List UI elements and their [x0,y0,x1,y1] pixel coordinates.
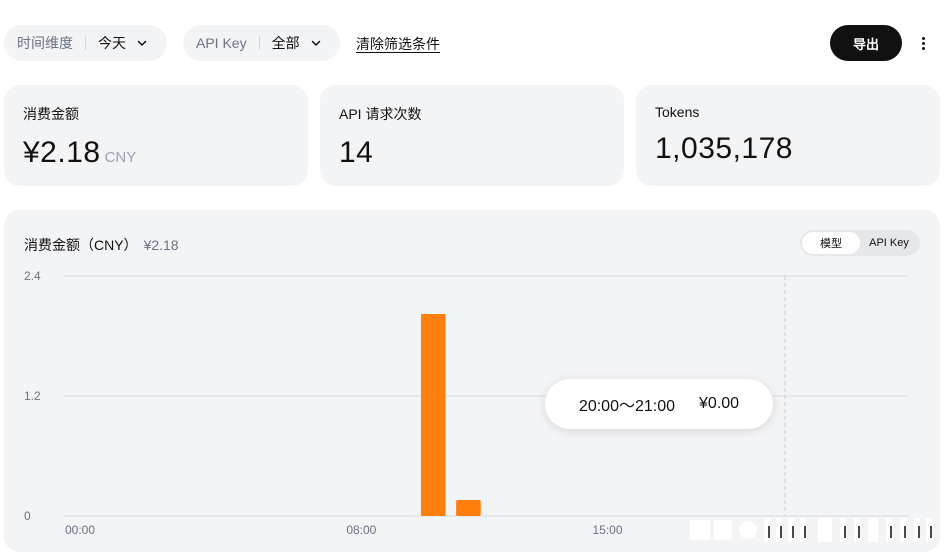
tooltip-value: ¥0.00 [699,395,740,412]
tooltip-time: 20:00～21:00 [578,398,676,415]
y-tick-label: 2.4 [24,269,41,283]
chart-tooltip: 20:00～21:00 ¥0.00 [545,379,773,429]
cost-bar-chart: 0 1.2 2.4 00:00 08:00 15:00 [24,269,908,537]
x-tick-label: 15:00 [593,523,623,537]
x-tick-label: 08:00 [346,523,376,537]
watermark [690,518,932,542]
y-tick-label: 1.2 [24,389,41,403]
bar [420,314,446,516]
bar [456,500,481,516]
y-tick-label: 0 [24,509,31,523]
x-tick-label: 00:00 [65,523,95,537]
